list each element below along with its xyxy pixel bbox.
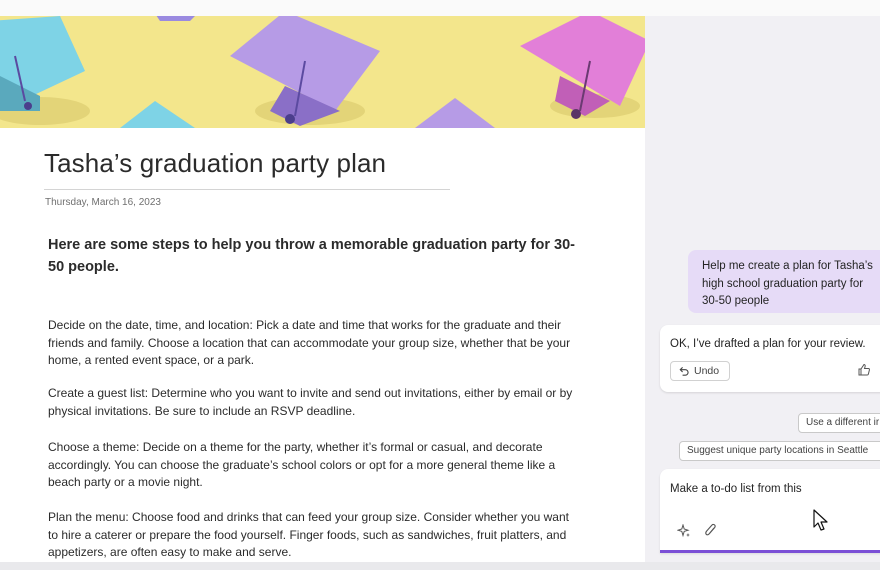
page-title: Tasha’s graduation party plan (44, 148, 387, 178)
page-date: Thursday, March 16, 2023 (45, 197, 161, 208)
undo-label: Undo (694, 365, 720, 377)
section-heading: Create a guest list: (48, 386, 149, 400)
chat-input[interactable]: Make a to-do list from this (670, 483, 802, 495)
chat-input-box[interactable]: Make a to-do list from this (660, 469, 880, 553)
section-paragraph: Decide on the date, time, and location: … (48, 317, 578, 370)
title-divider (44, 189, 450, 190)
undo-button[interactable]: Undo (670, 361, 730, 381)
paperclip-icon[interactable] (704, 523, 718, 539)
banner-image (0, 16, 645, 128)
thumbs-up-icon[interactable] (857, 363, 871, 377)
user-message-bubble: Help me create a plan for Tasha’s high s… (688, 250, 880, 313)
top-strip (0, 0, 880, 16)
sparkle-icon[interactable] (677, 524, 691, 538)
section-heading: Plan the menu: (48, 510, 129, 524)
bottom-strip (0, 562, 880, 570)
section-paragraph: Choose a theme: Decide on a theme for th… (48, 439, 578, 492)
suggestion-chip[interactable]: Suggest unique party locations in Seattl… (679, 441, 880, 461)
graduation-caps-illustration (0, 16, 645, 128)
intro-paragraph: Here are some steps to help you throw a … (48, 237, 575, 275)
section-paragraph: Plan the menu: Choose food and drinks th… (48, 509, 578, 562)
undo-icon (679, 366, 689, 376)
mouse-cursor-icon (813, 509, 828, 531)
section-heading: Choose a theme: (48, 440, 140, 454)
section-heading: Decide on the date, time, and location: (48, 318, 253, 332)
ai-message-text: OK, I’ve drafted a plan for your review. (670, 338, 866, 350)
input-focus-underline (660, 550, 880, 553)
suggestion-chip[interactable]: Use a different ir (798, 413, 880, 433)
section-paragraph: Create a guest list: Determine who you w… (48, 385, 578, 420)
ai-response-card: OK, I’ve drafted a plan for your review.… (660, 325, 880, 392)
